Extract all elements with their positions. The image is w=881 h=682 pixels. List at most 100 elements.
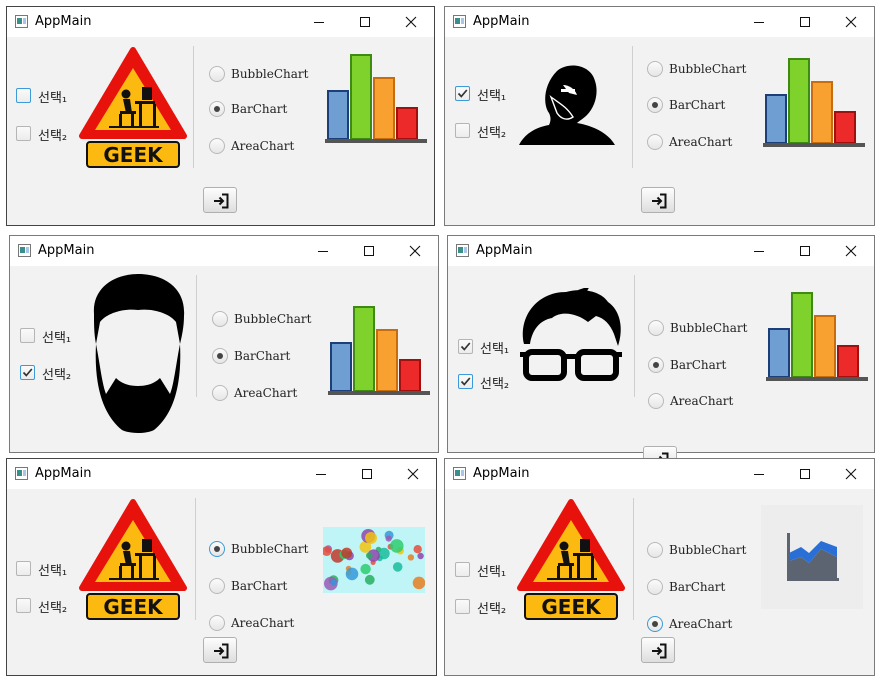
app-icon (15, 467, 28, 480)
close-button[interactable] (828, 236, 874, 266)
radio-areachart-label: AreaChart (231, 616, 295, 630)
radio-areachart-circle[interactable] (647, 134, 663, 150)
app-icon (453, 467, 466, 480)
checkbox-2-label: 선택₂ (42, 368, 72, 383)
title-bar[interactable]: AppMain (7, 7, 434, 37)
bar-chart-icon (764, 291, 870, 387)
maximize-icon (360, 17, 370, 27)
checkbox-2-label: 선택₂ (477, 126, 507, 141)
minimize-icon (314, 22, 324, 23)
radio-bubblechart-circle[interactable] (212, 311, 228, 327)
checkbox-1-box[interactable] (455, 86, 470, 101)
maximize-button[interactable] (344, 459, 390, 489)
close-icon (407, 468, 419, 480)
radio-bubblechart-circle[interactable] (209, 541, 225, 557)
checkbox-2-box[interactable] (20, 365, 35, 380)
window-content: 선택₁ 선택₂ BubbleChart BarChart AreaChart (445, 37, 874, 225)
close-button[interactable] (390, 459, 436, 489)
checkbox-2-label: 선택₂ (480, 377, 510, 392)
title-bar[interactable]: AppMain (445, 459, 874, 489)
title-bar[interactable]: AppMain (7, 459, 436, 489)
checkbox-2-box[interactable] (455, 599, 470, 614)
geek-sign-icon: GEEK (517, 499, 625, 625)
minimize-button[interactable] (296, 7, 342, 37)
title-bar[interactable]: AppMain (445, 7, 874, 37)
app-icon (456, 244, 469, 257)
app-icon (453, 15, 466, 28)
title-bar[interactable]: AppMain (448, 236, 874, 266)
exit-button[interactable] (203, 637, 237, 663)
radio-bubblechart-label: BubbleChart (231, 542, 309, 556)
close-icon (845, 16, 857, 28)
vertical-separator (195, 498, 196, 620)
maximize-button[interactable] (782, 7, 828, 37)
radio-selected-dot (651, 620, 658, 627)
minimize-button[interactable] (300, 236, 346, 266)
radio-barchart-label: BarChart (231, 579, 288, 593)
minimize-button[interactable] (298, 459, 344, 489)
exit-button[interactable] (203, 187, 237, 213)
window-content: 선택₁ 선택₂ BubbleChart BarChart AreaChart (448, 266, 874, 472)
radio-bubblechart-circle[interactable] (647, 542, 663, 558)
radio-areachart-circle[interactable] (648, 393, 664, 409)
checkbox-1-box[interactable] (458, 339, 473, 354)
radio-areachart-label: AreaChart (669, 135, 733, 149)
checkbox-2-box[interactable] (16, 126, 31, 141)
radio-bubblechart-label: BubbleChart (231, 67, 309, 81)
app-window: AppMain 선택₁ 선택₂ GEEK BubbleChart BarChar… (6, 458, 437, 676)
maximize-icon (364, 246, 374, 256)
radio-areachart-circle[interactable] (212, 385, 228, 401)
radio-barchart-circle[interactable] (648, 357, 664, 373)
radio-selected-dot (213, 545, 220, 552)
vertical-separator (633, 498, 634, 620)
geek-sign-icon: GEEK (79, 499, 187, 625)
checkbox-2-box[interactable] (16, 598, 31, 613)
radio-barchart-circle[interactable] (647, 579, 663, 595)
checkbox-1-box[interactable] (16, 88, 31, 103)
radio-bubblechart-label: BubbleChart (669, 543, 747, 557)
radio-barchart-circle[interactable] (209, 578, 225, 594)
radio-selected-dot (217, 353, 223, 359)
maximize-button[interactable] (342, 7, 388, 37)
maximize-icon (362, 469, 372, 479)
sign-in-icon (652, 643, 667, 659)
area-chart-icon (761, 505, 863, 613)
window-title: AppMain (35, 466, 92, 481)
maximize-button[interactable] (782, 459, 828, 489)
checkbox-1-box[interactable] (20, 328, 35, 343)
radio-bubblechart-circle[interactable] (648, 320, 664, 336)
exit-button[interactable] (641, 637, 675, 663)
checkbox-2-box[interactable] (455, 123, 470, 138)
minimize-icon (754, 22, 764, 23)
minimize-button[interactable] (736, 7, 782, 37)
checkbox-1-box[interactable] (16, 561, 31, 576)
maximize-button[interactable] (346, 236, 392, 266)
radio-areachart-circle[interactable] (647, 616, 663, 632)
radio-areachart-label: AreaChart (231, 139, 295, 153)
checkbox-1-label: 선택₁ (38, 564, 68, 579)
radio-barchart-circle[interactable] (212, 348, 228, 364)
glasses-man-icon (518, 286, 624, 392)
checkbox-1-box[interactable] (455, 562, 470, 577)
vertical-separator (632, 46, 633, 168)
exit-button[interactable] (641, 187, 675, 213)
checkbox-2-label: 선택₂ (38, 601, 68, 616)
radio-barchart-circle[interactable] (647, 97, 663, 113)
app-window: AppMain 선택₁ 선택₂ BubbleChart BarChart Are… (447, 235, 875, 472)
vertical-separator (193, 46, 194, 168)
radio-bubblechart-circle[interactable] (647, 61, 663, 77)
close-button[interactable] (828, 459, 874, 489)
radio-areachart-circle[interactable] (209, 615, 225, 631)
close-button[interactable] (392, 236, 438, 266)
maximize-button[interactable] (782, 236, 828, 266)
radio-areachart-circle[interactable] (209, 138, 225, 154)
checkbox-2-box[interactable] (458, 374, 473, 389)
close-button[interactable] (828, 7, 874, 37)
radio-barchart-circle[interactable] (209, 101, 225, 117)
title-bar[interactable]: AppMain (10, 236, 438, 266)
minimize-button[interactable] (736, 459, 782, 489)
sign-in-icon (652, 193, 667, 209)
close-button[interactable] (388, 7, 434, 37)
radio-bubblechart-circle[interactable] (209, 66, 225, 82)
minimize-button[interactable] (736, 236, 782, 266)
